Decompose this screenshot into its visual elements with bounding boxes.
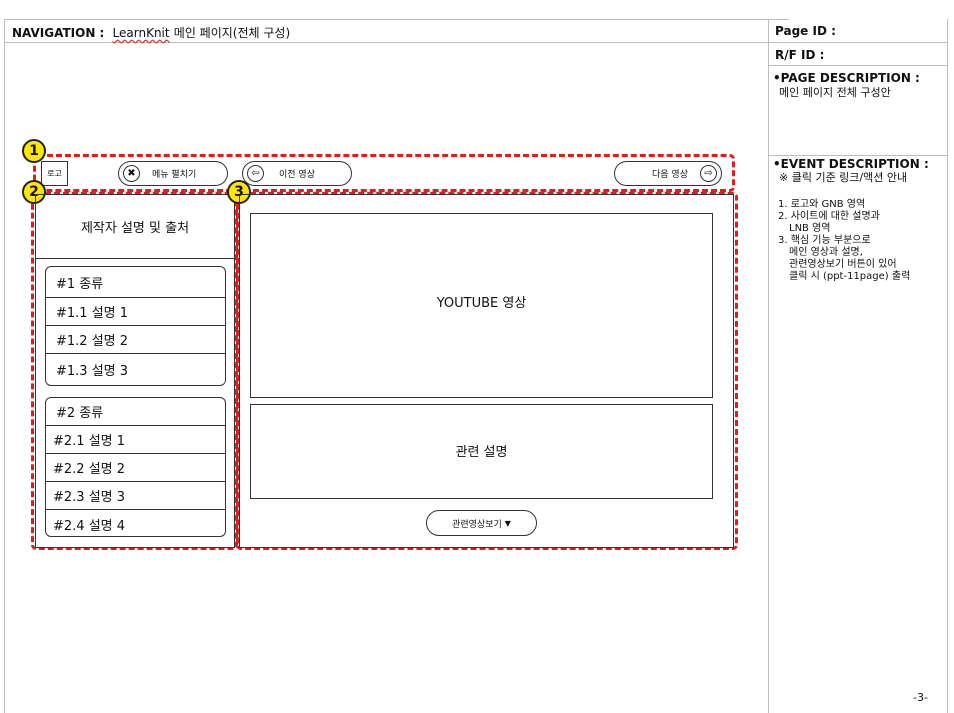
close-circle-icon: ✖	[123, 165, 140, 182]
navigation-page-name: 메인 페이지(전체 구성)	[173, 26, 291, 40]
frame-right-line	[947, 19, 948, 713]
category-item-1-2[interactable]: #1.2 설명 2	[46, 326, 225, 354]
logo-box[interactable]: 로고	[41, 161, 68, 186]
triangle-down-icon: ▼	[504, 518, 511, 528]
youtube-video-area[interactable]: YOUTUBE 영상	[250, 213, 713, 398]
side-panel-divider	[768, 19, 769, 713]
event-item: 관련영상보기 버튼이 있어	[789, 259, 897, 270]
category-item-1-3[interactable]: #1.3 설명 3	[46, 354, 225, 385]
navigation-app-name: LearnKnit	[112, 26, 170, 40]
page-number: -3-	[913, 691, 928, 704]
next-video-label: 다음 영상	[652, 170, 688, 180]
category-item-label: #1.3 설명 3	[56, 364, 129, 379]
side-divider-desc	[768, 155, 948, 156]
page-id-label: Page ID :	[775, 24, 836, 38]
event-item: 1. 로고와 GNB 영역	[778, 199, 866, 210]
category-title-2[interactable]: #2 종류	[46, 398, 225, 426]
event-item: LNB 영역	[789, 223, 831, 234]
related-videos-button[interactable]: 관련영상보기 ▼	[426, 510, 537, 536]
category-item-1-1[interactable]: #1.1 설명 1	[46, 298, 225, 326]
arrow-left-icon: ⇦	[247, 165, 264, 182]
event-item: 2. 사이트에 대한 설명과	[778, 211, 880, 222]
prev-video-button[interactable]: ⇦ 이전 영상	[242, 161, 352, 186]
navigation-header: NAVIGATION : LearnKnit 메인 페이지(전체 구성)	[12, 24, 290, 41]
category-group-2: #2 종류 #2.1 설명 1 #2.2 설명 2 #2.3 설명 3 #2.4…	[45, 397, 226, 537]
category-title-label: #1 종류	[56, 276, 104, 292]
category-item-label: #2.2 설명 2	[53, 462, 126, 477]
related-description-label: 관련 설명	[455, 445, 508, 460]
category-title-1[interactable]: #1 종류	[46, 267, 225, 298]
creator-info-label: 제작자 설명 및 출처	[80, 221, 190, 236]
category-item-label: #1.1 설명 1	[56, 306, 129, 321]
category-title-label: #2 종류	[56, 406, 104, 421]
category-item-label: #2.1 설명 1	[53, 434, 126, 449]
next-video-button[interactable]: 다음 영상 ⇨	[614, 161, 722, 186]
logo-label: 로고	[47, 169, 62, 178]
event-description-list: 1. 로고와 GNB 영역 2. 사이트에 대한 설명과 LNB 영역 3. 핵…	[778, 199, 910, 283]
navigation-label: NAVIGATION :	[12, 26, 105, 40]
area-1-badge: 1	[22, 139, 46, 163]
event-item: 3. 핵심 기능 부분으로	[778, 235, 871, 246]
category-item-2-2[interactable]: #2.2 설명 2	[46, 454, 225, 482]
category-item-label: #2.3 설명 3	[53, 490, 126, 505]
arrow-right-icon: ⇨	[700, 165, 717, 182]
menu-toggle-button[interactable]: ✖ 메뉴 펼치기	[118, 161, 228, 186]
frame-top-line	[4, 19, 789, 20]
category-item-label: #2.4 설명 4	[53, 518, 126, 534]
creator-info-section: 제작자 설명 및 출처	[36, 195, 234, 259]
category-item-2-4[interactable]: #2.4 설명 4	[46, 510, 225, 536]
menu-toggle-label: 메뉴 펼치기	[152, 170, 197, 180]
frame-left-line	[4, 19, 5, 713]
youtube-video-label: YOUTUBE 영상	[436, 296, 527, 311]
event-item: 메인 영상과 설명,	[789, 247, 863, 258]
rf-id-label: R/F ID :	[775, 48, 825, 62]
page-description-text: 메인 페이지 전체 구성안	[779, 86, 891, 99]
side-divider-rf	[768, 65, 948, 66]
category-group-1: #1 종류 #1.1 설명 1 #1.2 설명 2 #1.3 설명 3	[45, 266, 226, 386]
event-description-note: ※ 클릭 기준 링크/액션 안내	[779, 171, 908, 184]
event-description-title: •EVENT DESCRIPTION :	[773, 157, 929, 171]
page-description-title: •PAGE DESCRIPTION :	[773, 71, 920, 85]
event-item: 클릭 시 (ppt-11page) 출력	[789, 271, 911, 282]
category-item-2-3[interactable]: #2.3 설명 3	[46, 482, 225, 510]
category-item-2-1[interactable]: #2.1 설명 1	[46, 426, 225, 454]
related-description-area: 관련 설명	[250, 404, 713, 499]
frame-top-line-right	[789, 19, 949, 20]
prev-video-label: 이전 영상	[279, 170, 315, 180]
related-videos-label: 관련영상보기	[452, 519, 502, 530]
header-divider	[4, 42, 948, 43]
category-item-label: #1.2 설명 2	[56, 334, 129, 349]
